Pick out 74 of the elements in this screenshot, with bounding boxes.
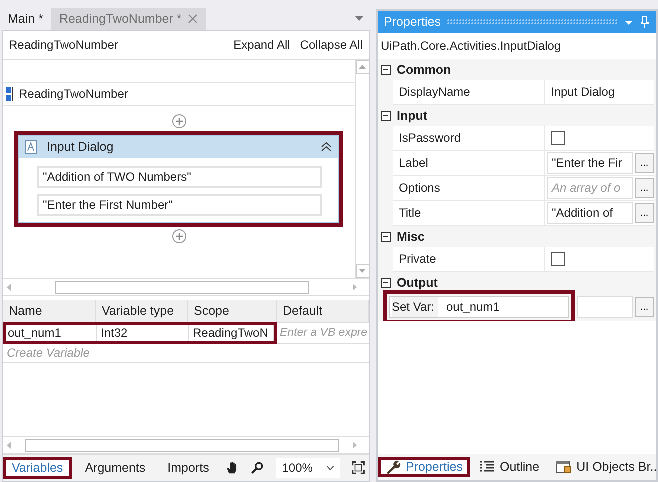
- category-header: Output: [397, 276, 438, 290]
- ellipsis-button[interactable]: ...: [635, 297, 654, 317]
- dock-tab[interactable]: UI Objects Br...: [548, 457, 658, 477]
- close-icon[interactable]: [188, 14, 198, 24]
- checkbox[interactable]: [551, 131, 565, 145]
- panel-tab[interactable]: Variables: [3, 457, 72, 479]
- scroll-left-icon[interactable]: [7, 442, 11, 448]
- add-icon[interactable]: [172, 114, 186, 129]
- scroll-right-icon[interactable]: [353, 442, 357, 448]
- wrench-icon: [385, 460, 401, 474]
- column-header[interactable]: Variable type: [96, 300, 188, 322]
- category-header: Input: [397, 108, 428, 122]
- column-header[interactable]: Name: [3, 300, 96, 322]
- sequence-icon: [5, 86, 15, 102]
- collapse-icon[interactable]: [381, 64, 391, 74]
- activity-type-name: UiPath.Core.Activities.InputDialog: [381, 39, 562, 53]
- checkbox[interactable]: [551, 252, 565, 266]
- expression-field[interactable]: [577, 296, 633, 318]
- table-cell[interactable]: Int32: [97, 325, 189, 341]
- expression-field[interactable]: "Addition of: [547, 202, 633, 224]
- horizontal-scrollbar[interactable]: [3, 278, 369, 296]
- collapse-all-link[interactable]: Collapse All: [300, 38, 363, 52]
- activity-title: Input Dialog: [47, 140, 115, 154]
- scroll-up-icon[interactable]: [359, 65, 366, 69]
- zoom-dropdown[interactable]: 100%: [276, 458, 340, 478]
- collapse-icon[interactable]: [381, 232, 391, 242]
- expression-field[interactable]: "Enter the Fir: [547, 152, 633, 174]
- activity-card[interactable]: Input Dialog "Addition of TWO Numbers" "Enter the First Number": [18, 135, 339, 223]
- panel-tab[interactable]: Arguments: [76, 457, 155, 479]
- document-icon: [25, 140, 37, 154]
- document-tab[interactable]: ReadingTwoNumber *: [51, 8, 206, 30]
- magnifier-icon[interactable]: [251, 460, 264, 476]
- collapse-icon[interactable]: [381, 110, 391, 120]
- column-header[interactable]: Scope: [188, 300, 277, 322]
- dropdown-caret-icon[interactable]: [355, 16, 364, 22]
- ellipsis-button[interactable]: ...: [635, 203, 654, 223]
- input-field[interactable]: "Addition of TWO Numbers": [37, 166, 322, 188]
- property-label: DisplayName: [399, 85, 470, 99]
- table-cell[interactable]: out_num1: [6, 325, 97, 341]
- caret-icon[interactable]: [327, 466, 334, 470]
- pin-icon[interactable]: [640, 16, 650, 28]
- property-label: Title: [399, 206, 422, 220]
- property-label: Private: [399, 252, 436, 266]
- property-label: IsPassword: [399, 131, 462, 145]
- collapse-icon[interactable]: [381, 278, 391, 288]
- horizontal-scrollbar[interactable]: [3, 436, 369, 454]
- ellipsis-button[interactable]: ...: [635, 178, 654, 198]
- scroll-down-icon[interactable]: [359, 269, 366, 273]
- set-var-field[interactable]: Set Var: out_num1: [389, 296, 569, 318]
- panel-title: Properties: [384, 15, 441, 29]
- property-label: Label: [399, 156, 428, 170]
- column-header[interactable]: Default: [277, 300, 369, 322]
- window-icon: [556, 460, 572, 474]
- property-label: Options: [399, 181, 440, 195]
- list-icon: [478, 460, 495, 474]
- ellipsis-button[interactable]: ...: [635, 153, 654, 173]
- scroll-right-icon[interactable]: [353, 284, 357, 290]
- breadcrumb[interactable]: ReadingTwoNumber: [9, 38, 224, 52]
- fit-screen-icon[interactable]: [352, 460, 365, 476]
- table-cell[interactable]: ReadingTwoN: [189, 325, 274, 341]
- sequence-header[interactable]: ReadingTwoNumber: [3, 82, 355, 106]
- document-tab[interactable]: Main *: [0, 8, 52, 30]
- scroll-left-icon[interactable]: [7, 284, 11, 290]
- dock-tab[interactable]: Properties: [378, 457, 470, 477]
- add-icon[interactable]: [172, 229, 186, 244]
- expand-all-link[interactable]: Expand All: [234, 38, 290, 52]
- panel-tab[interactable]: Imports: [158, 457, 218, 479]
- vertical-scrollbar[interactable]: [355, 60, 369, 278]
- dock-tab[interactable]: Outline: [472, 457, 547, 477]
- collapse-icon[interactable]: [321, 142, 332, 152]
- category-header: Misc: [397, 230, 425, 244]
- hand-icon[interactable]: [226, 460, 240, 476]
- category-header: Common: [397, 62, 452, 76]
- input-field[interactable]: "Enter the First Number": [37, 194, 322, 216]
